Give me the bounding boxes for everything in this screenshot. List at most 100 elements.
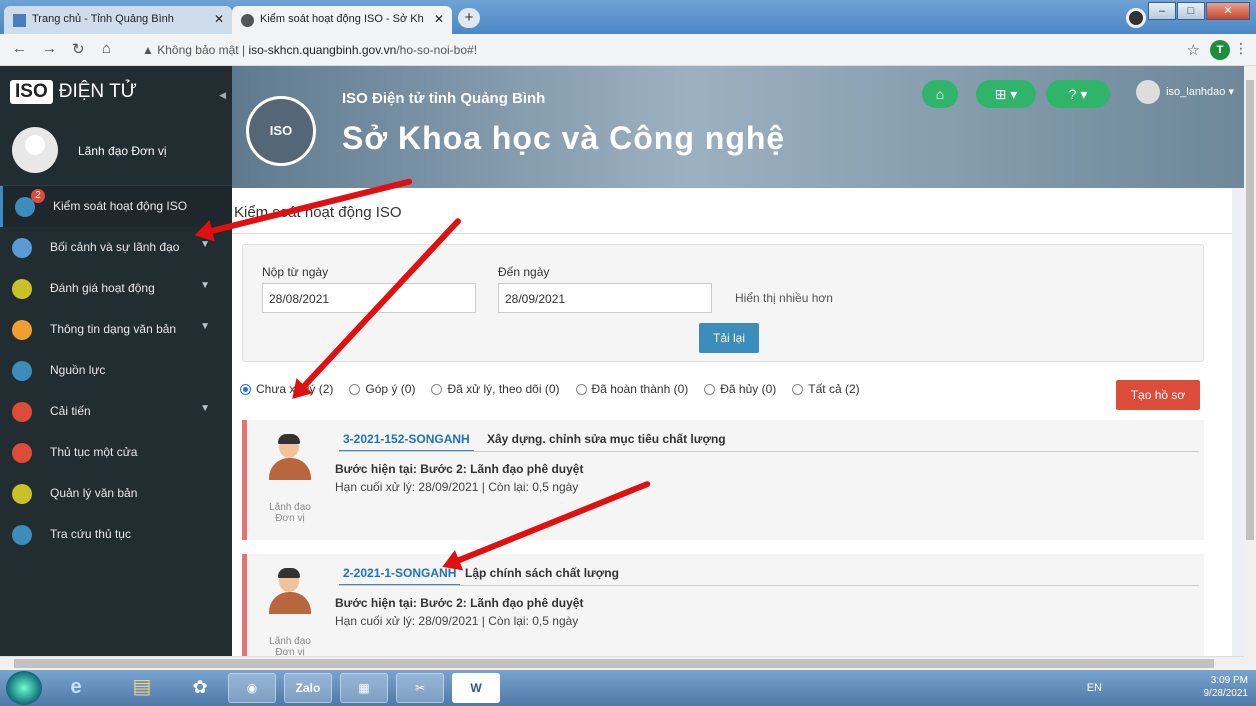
filter-feedback[interactable]: Góp ý (0) bbox=[349, 382, 415, 396]
language-indicator[interactable]: EN bbox=[1087, 682, 1102, 695]
back-icon[interactable]: ← bbox=[12, 40, 27, 57]
start-button[interactable] bbox=[6, 671, 42, 705]
forward-icon[interactable]: → bbox=[42, 40, 57, 57]
globe-icon bbox=[241, 14, 254, 27]
web-page: ISO ĐIỆN TỬ ◀ Lãnh đạo Đơn vị 2 Kiểm soát… bbox=[0, 66, 1244, 656]
user-avatar bbox=[1136, 80, 1161, 104]
divider bbox=[339, 585, 1199, 586]
sidebar-item-resources[interactable]: Nguồn lực bbox=[0, 350, 232, 391]
record-role: Lãnh đạo Đơn vị bbox=[269, 502, 311, 524]
user-panel: Lãnh đạo Đơn vị bbox=[0, 124, 232, 186]
chevron-down-icon: ▼ bbox=[200, 403, 210, 414]
evaluation-icon bbox=[12, 279, 32, 299]
radio-icon[interactable] bbox=[240, 383, 251, 395]
chrome-icon[interactable]: ◉ bbox=[228, 673, 276, 703]
more-menu-icon[interactable]: ⋮ bbox=[1234, 40, 1248, 57]
browser-tab-home[interactable]: Trang chủ - Tỉnh Quảng Bình ✕ bbox=[4, 6, 232, 34]
maximize-button[interactable]: □ bbox=[1177, 2, 1205, 20]
header-username: iso_lanhdao bbox=[1166, 85, 1226, 98]
media-icon[interactable]: ▦ bbox=[340, 673, 388, 703]
header-title: Sở Khoa học và Công nghệ bbox=[342, 120, 786, 156]
filter-cancelled[interactable]: Đã hủy (0) bbox=[704, 382, 776, 396]
create-record-button[interactable]: Tạo hồ sơ bbox=[1116, 380, 1200, 410]
browser-profile-icon[interactable] bbox=[1126, 8, 1146, 28]
filter-completed[interactable]: Đã hoàn thành (0) bbox=[575, 382, 688, 396]
reload-icon[interactable]: ↻ bbox=[72, 40, 85, 58]
sidebar-item-document-management[interactable]: Quản lý văn bản bbox=[0, 473, 232, 514]
minimize-button[interactable]: – bbox=[1148, 2, 1176, 20]
sidebar-item-one-stop[interactable]: Thủ tục một cửa bbox=[0, 432, 232, 473]
reload-button[interactable]: Tải lại bbox=[699, 323, 759, 353]
record-card: Lãnh đạo Đơn vị 3-2021-152-SONGANH Xây d… bbox=[242, 420, 1204, 540]
record-code-link[interactable]: 3-2021-152-SONGANH bbox=[339, 432, 474, 452]
url-domain: iso-skhcn.quangbinh.gov.vn bbox=[248, 43, 397, 57]
snipping-icon[interactable]: ✂ bbox=[396, 673, 444, 703]
bookmark-star-icon[interactable]: ☆ bbox=[1187, 41, 1200, 59]
filter-all[interactable]: Tất cả (2) bbox=[792, 382, 860, 396]
zalo-icon[interactable]: Zalo bbox=[284, 673, 332, 703]
help-menu-button[interactable]: ? ▾ bbox=[1046, 80, 1110, 108]
status-filter: Chưa xử lý (2) Góp ý (0) Đã xử lý, theo … bbox=[240, 382, 876, 396]
sidebar-item-label: Kiểm soát hoạt động ISO bbox=[53, 199, 188, 213]
radio-icon[interactable] bbox=[792, 383, 804, 395]
user-avatar bbox=[269, 568, 311, 616]
horizontal-scrollbar[interactable] bbox=[0, 656, 1244, 670]
show-more-link[interactable]: Hiển thị nhiều hơn bbox=[735, 291, 833, 305]
url-field[interactable]: ▲ Không bảo mật | iso-skhcn.quangbinh.go… bbox=[142, 43, 477, 57]
url-path: /ho-so-noi-bo#! bbox=[396, 43, 478, 57]
sidebar-item-label: Nguồn lực bbox=[50, 363, 106, 377]
sidebar-item-label: Tra cứu thủ tục bbox=[50, 527, 131, 541]
people-icon bbox=[12, 361, 32, 381]
checklist-icon bbox=[12, 443, 32, 463]
clock-time[interactable]: 3:09 PM bbox=[1204, 674, 1248, 687]
radio-icon[interactable] bbox=[349, 383, 361, 395]
close-window-button[interactable]: ✕ bbox=[1206, 2, 1250, 20]
sidebar-item-label: Cải tiến bbox=[50, 404, 91, 418]
close-tab-icon[interactable]: ✕ bbox=[214, 12, 224, 26]
home-button[interactable]: ⌂ bbox=[922, 80, 958, 108]
sidebar-item-improvement[interactable]: Cải tiến ▼ bbox=[0, 391, 232, 432]
new-tab-button[interactable]: + bbox=[458, 8, 480, 28]
ie-icon[interactable]: e bbox=[52, 673, 100, 703]
radio-icon[interactable] bbox=[704, 383, 716, 395]
radio-icon[interactable] bbox=[575, 383, 587, 395]
to-date-input[interactable]: 28/09/2021 bbox=[498, 283, 712, 313]
scroll-thumb[interactable] bbox=[1246, 80, 1254, 540]
system-tray: EN 3:09 PM 9/28/2021 bbox=[1087, 674, 1249, 700]
record-role: Lãnh đạo Đơn vị bbox=[269, 636, 311, 656]
browser-tab-iso[interactable]: Kiểm soát hoạt động ISO - Sở Kh ✕ bbox=[232, 6, 452, 34]
search-icon bbox=[12, 525, 32, 545]
collapse-sidebar-icon[interactable]: ◀ bbox=[219, 90, 226, 101]
window-controls: – □ ✕ bbox=[1147, 2, 1250, 20]
folder-icon[interactable]: ▤ bbox=[118, 673, 166, 703]
sidebar-item-procedure-lookup[interactable]: Tra cứu thủ tục bbox=[0, 514, 232, 555]
chart-icon bbox=[12, 402, 32, 422]
app-logo[interactable]: ISO ĐIỆN TỬ ◀ bbox=[0, 66, 232, 124]
document-manage-icon bbox=[12, 484, 32, 504]
user-menu[interactable]: iso_lanhdao ▾ bbox=[1136, 80, 1234, 104]
app-icon[interactable]: ✿ bbox=[176, 673, 224, 703]
profile-avatar[interactable]: T bbox=[1210, 40, 1230, 60]
word-icon[interactable]: W bbox=[452, 673, 500, 703]
scroll-thumb[interactable] bbox=[14, 659, 1214, 668]
sidebar-item-evaluation[interactable]: Đánh giá hoạt động ▼ bbox=[0, 268, 232, 309]
filter-processed[interactable]: Đã xử lý, theo dõi (0) bbox=[431, 382, 560, 396]
clock-date[interactable]: 9/28/2021 bbox=[1204, 687, 1249, 700]
apps-menu-button[interactable]: ⊞ ▾ bbox=[976, 80, 1036, 108]
from-date-input[interactable]: 28/08/2021 bbox=[262, 283, 476, 313]
home-icon[interactable]: ⌂ bbox=[102, 40, 111, 57]
divider bbox=[339, 451, 1199, 452]
chevron-down-icon: ▼ bbox=[200, 280, 210, 291]
close-tab-icon[interactable]: ✕ bbox=[434, 12, 444, 26]
notification-badge: 2 bbox=[31, 189, 45, 203]
sidebar-item-label: Thông tin dạng văn bản bbox=[50, 322, 177, 336]
chevron-down-icon: ▼ bbox=[200, 321, 210, 332]
sidebar-item-documented-info[interactable]: Thông tin dạng văn bản ▼ bbox=[0, 309, 232, 350]
vertical-scrollbar[interactable] bbox=[1244, 66, 1256, 670]
radio-icon[interactable] bbox=[431, 383, 443, 395]
sidebar-item-iso-control[interactable]: 2 Kiểm soát hoạt động ISO bbox=[0, 186, 232, 227]
record-card: Lãnh đạo Đơn vị 2-2021-1-SONGANH Lập chí… bbox=[242, 554, 1204, 656]
user-avatar bbox=[269, 434, 311, 482]
sidebar-item-label: Quản lý văn bản bbox=[50, 486, 138, 500]
tab-title: Kiểm soát hoạt động ISO - Sở Kh bbox=[260, 13, 424, 25]
